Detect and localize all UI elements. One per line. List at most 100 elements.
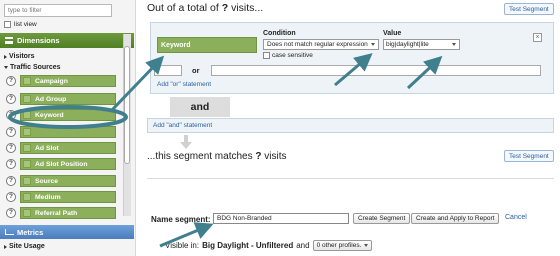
dimension-row: ? — [6, 125, 116, 139]
case-sensitive-checkbox[interactable] — [263, 52, 270, 59]
help-icon[interactable]: ? — [6, 208, 16, 218]
sidebar-scrollbar-thumb[interactable] — [124, 46, 130, 164]
expand-icon — [4, 244, 7, 249]
create-and-apply-button[interactable]: Create and Apply to Report — [411, 213, 500, 224]
dimension-label: Source — [35, 177, 59, 185]
metrics-header-label: Metrics — [17, 227, 44, 237]
drag-handle-icon — [23, 177, 31, 185]
chevron-down-icon — [371, 43, 375, 46]
visibility-row: Visible in: Big Daylight - Unfiltered an… — [165, 240, 373, 251]
match-value: ? — [255, 151, 262, 162]
dimension-row: ? Campaign — [6, 74, 116, 88]
or-condition-row[interactable] — [211, 65, 541, 76]
list-icon — [5, 37, 13, 44]
dimension-drop-zone[interactable]: Keyword — [157, 37, 257, 53]
dimension-source[interactable]: Source — [20, 175, 116, 187]
filter-input[interactable] — [4, 4, 112, 17]
dimension-label: Ad Slot — [35, 144, 59, 152]
dimensions-header-label: Dimensions — [17, 36, 60, 45]
dimension-row: ? Ad Slot — [6, 141, 116, 155]
drag-handle-icon — [23, 193, 31, 201]
drag-handle-icon — [23, 128, 31, 136]
name-segment-label: Name segment: — [151, 215, 211, 224]
sidebar: list view Dimensions Visitors Traffic So… — [0, 0, 136, 256]
arrow-down-icon — [180, 135, 192, 149]
drag-handle-icon — [23, 144, 31, 152]
tree-visitors[interactable]: Visitors — [4, 51, 35, 62]
or-label: or — [192, 66, 200, 75]
dimension-row: ? Ad Group — [6, 92, 116, 106]
drag-handle-icon — [23, 111, 31, 119]
add-or-statement-link[interactable]: Add "or" statement — [157, 81, 211, 88]
dimension-label: Ad Group — [35, 95, 67, 103]
value-label: Value — [383, 30, 402, 37]
dimension-ad-slot[interactable]: Ad Slot — [20, 142, 116, 154]
help-icon[interactable]: ? — [6, 76, 16, 86]
tree-traffic-sources[interactable]: Traffic Sources — [4, 62, 61, 73]
condition-select[interactable]: Does not match regular expression — [263, 39, 379, 50]
divider — [147, 178, 554, 179]
total-prefix: Out of a total of — [147, 2, 219, 14]
metrics-header[interactable]: Metrics — [0, 225, 134, 239]
dimension-row: ? Ad Slot Position — [6, 157, 116, 171]
dimension-referral-path[interactable]: Referral Path — [20, 207, 116, 219]
cancel-link[interactable]: Cancel — [505, 214, 527, 221]
dimension-ad-slot-position[interactable]: Ad Slot Position — [20, 158, 116, 170]
tree-site-usage-label: Site Usage — [9, 243, 45, 250]
list-view-checkbox[interactable] — [4, 21, 11, 28]
dimension-campaign[interactable]: Campaign — [20, 75, 116, 87]
dimension-ad-group[interactable]: Ad Group — [20, 93, 116, 105]
tree-traffic-sources-label: Traffic Sources — [10, 64, 61, 71]
value-input-text: big|daylight|lite — [386, 41, 429, 48]
drag-handle-icon — [23, 209, 31, 217]
add-and-statement-link[interactable]: Add "and" statement — [147, 118, 554, 133]
condition-label: Condition — [263, 30, 296, 37]
dimensions-header[interactable]: Dimensions — [0, 33, 134, 48]
dimension-keyword[interactable]: Keyword — [20, 109, 116, 121]
dimension-row: ? Source — [6, 174, 116, 188]
match-suffix: visits — [264, 151, 287, 162]
create-segment-button[interactable]: Create Segment — [353, 213, 411, 224]
dimension-label: Ad Slot Position — [35, 160, 88, 168]
match-prefix: ...this segment matches — [147, 151, 253, 162]
help-icon[interactable]: ? — [6, 110, 16, 120]
or-dimension-drop-zone[interactable] — [154, 65, 182, 76]
dimension-label: Medium — [35, 193, 61, 201]
segment-matches-heading: ...this segment matches ? visits — [147, 151, 287, 162]
drag-handle-icon — [23, 77, 31, 85]
case-sensitive-label: case sensitive — [272, 52, 313, 59]
help-icon[interactable]: ? — [6, 159, 16, 169]
test-segment-button[interactable]: Test Segment — [504, 3, 554, 15]
dimension-label: Referral Path — [35, 209, 78, 217]
help-icon[interactable]: ? — [6, 94, 16, 104]
segment-name-input[interactable]: BDG Non-Branded — [213, 213, 349, 224]
tree-visitors-label: Visitors — [9, 53, 35, 60]
help-icon[interactable]: ? — [6, 127, 16, 137]
value-input[interactable]: big|daylight|lite — [383, 39, 460, 50]
dimension-label: Keyword — [35, 111, 64, 119]
condition-select-value: Does not match regular expression — [267, 41, 368, 48]
help-icon[interactable]: ? — [6, 176, 16, 186]
total-visits-heading: Out of a total of ? visits... — [147, 2, 263, 14]
test-segment-button[interactable]: Test Segment — [504, 150, 554, 162]
help-icon[interactable]: ? — [6, 143, 16, 153]
drag-handle-icon — [23, 160, 31, 168]
dimension-row: ? Referral Path — [6, 206, 116, 220]
help-icon[interactable]: ? — [6, 192, 16, 202]
close-icon[interactable]: × — [533, 33, 542, 42]
other-profiles-dropdown[interactable]: 0 other profiles. — [312, 240, 373, 251]
list-view-toggle[interactable]: list view — [4, 20, 37, 29]
dimension-hidden[interactable] — [20, 126, 116, 138]
collapse-icon — [4, 66, 8, 69]
dimension-row: ? Medium — [6, 190, 116, 204]
visible-and-label: and — [296, 241, 310, 250]
list-view-label: list view — [14, 21, 37, 28]
and-separator: and — [170, 97, 230, 117]
dimension-medium[interactable]: Medium — [20, 191, 116, 203]
drag-handle-icon — [23, 95, 31, 103]
other-profiles-label: 0 other profiles. — [316, 242, 362, 249]
case-sensitive-toggle[interactable]: case sensitive — [263, 52, 313, 59]
profile-name: Big Daylight - Unfiltered — [202, 241, 294, 250]
total-value: ? — [221, 2, 229, 14]
tree-site-usage[interactable]: Site Usage — [4, 241, 45, 252]
